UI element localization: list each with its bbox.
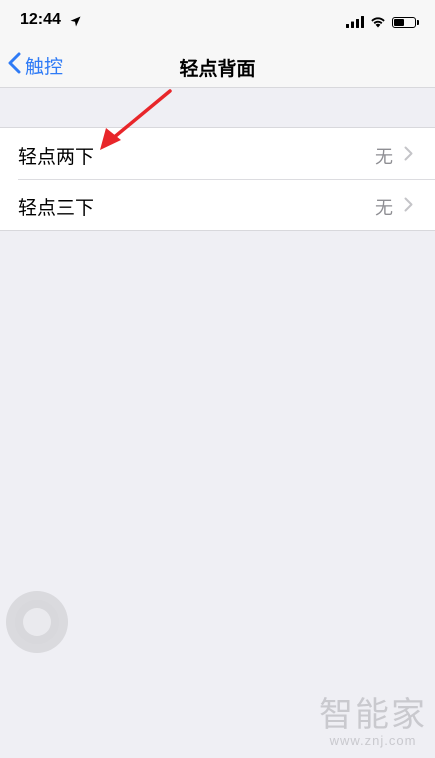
row-value: 无 [375, 147, 393, 168]
page-title: 轻点背面 [179, 58, 256, 80]
assistive-touch-button[interactable] [6, 591, 68, 653]
watermark-url: www.znj.com [329, 733, 417, 748]
chevron-right-icon [404, 146, 413, 165]
battery-level [394, 19, 404, 26]
cellular-signal-icon [346, 13, 364, 32]
row-triple-tap[interactable]: 轻点三下 无 [0, 179, 435, 230]
navigation-bar: 触控 轻点背面 [0, 44, 435, 88]
row-label: 轻点三下 [18, 197, 95, 219]
location-arrow-icon [70, 12, 81, 31]
row-value: 无 [375, 198, 393, 219]
watermark: 智能家 www.znj.com [319, 697, 427, 748]
watermark-logo: 智能家 [319, 695, 427, 735]
red-arrow-icon [100, 89, 172, 150]
status-time: 12:44 [20, 11, 61, 28]
wifi-icon [370, 13, 386, 32]
status-bar: 12:44 [0, 0, 435, 44]
row-double-tap[interactable]: 轻点两下 无 [0, 128, 435, 179]
chevron-right-icon [404, 197, 413, 216]
status-indicators [346, 13, 419, 32]
battery-icon [392, 17, 419, 28]
settings-list: 轻点两下 无 轻点三下 无 [0, 127, 435, 231]
screen: 12:44 触控 轻点背面 轻点两下 无 轻点三下 无 智能家 www.znj.… [0, 0, 435, 758]
row-label: 轻点两下 [18, 146, 95, 168]
